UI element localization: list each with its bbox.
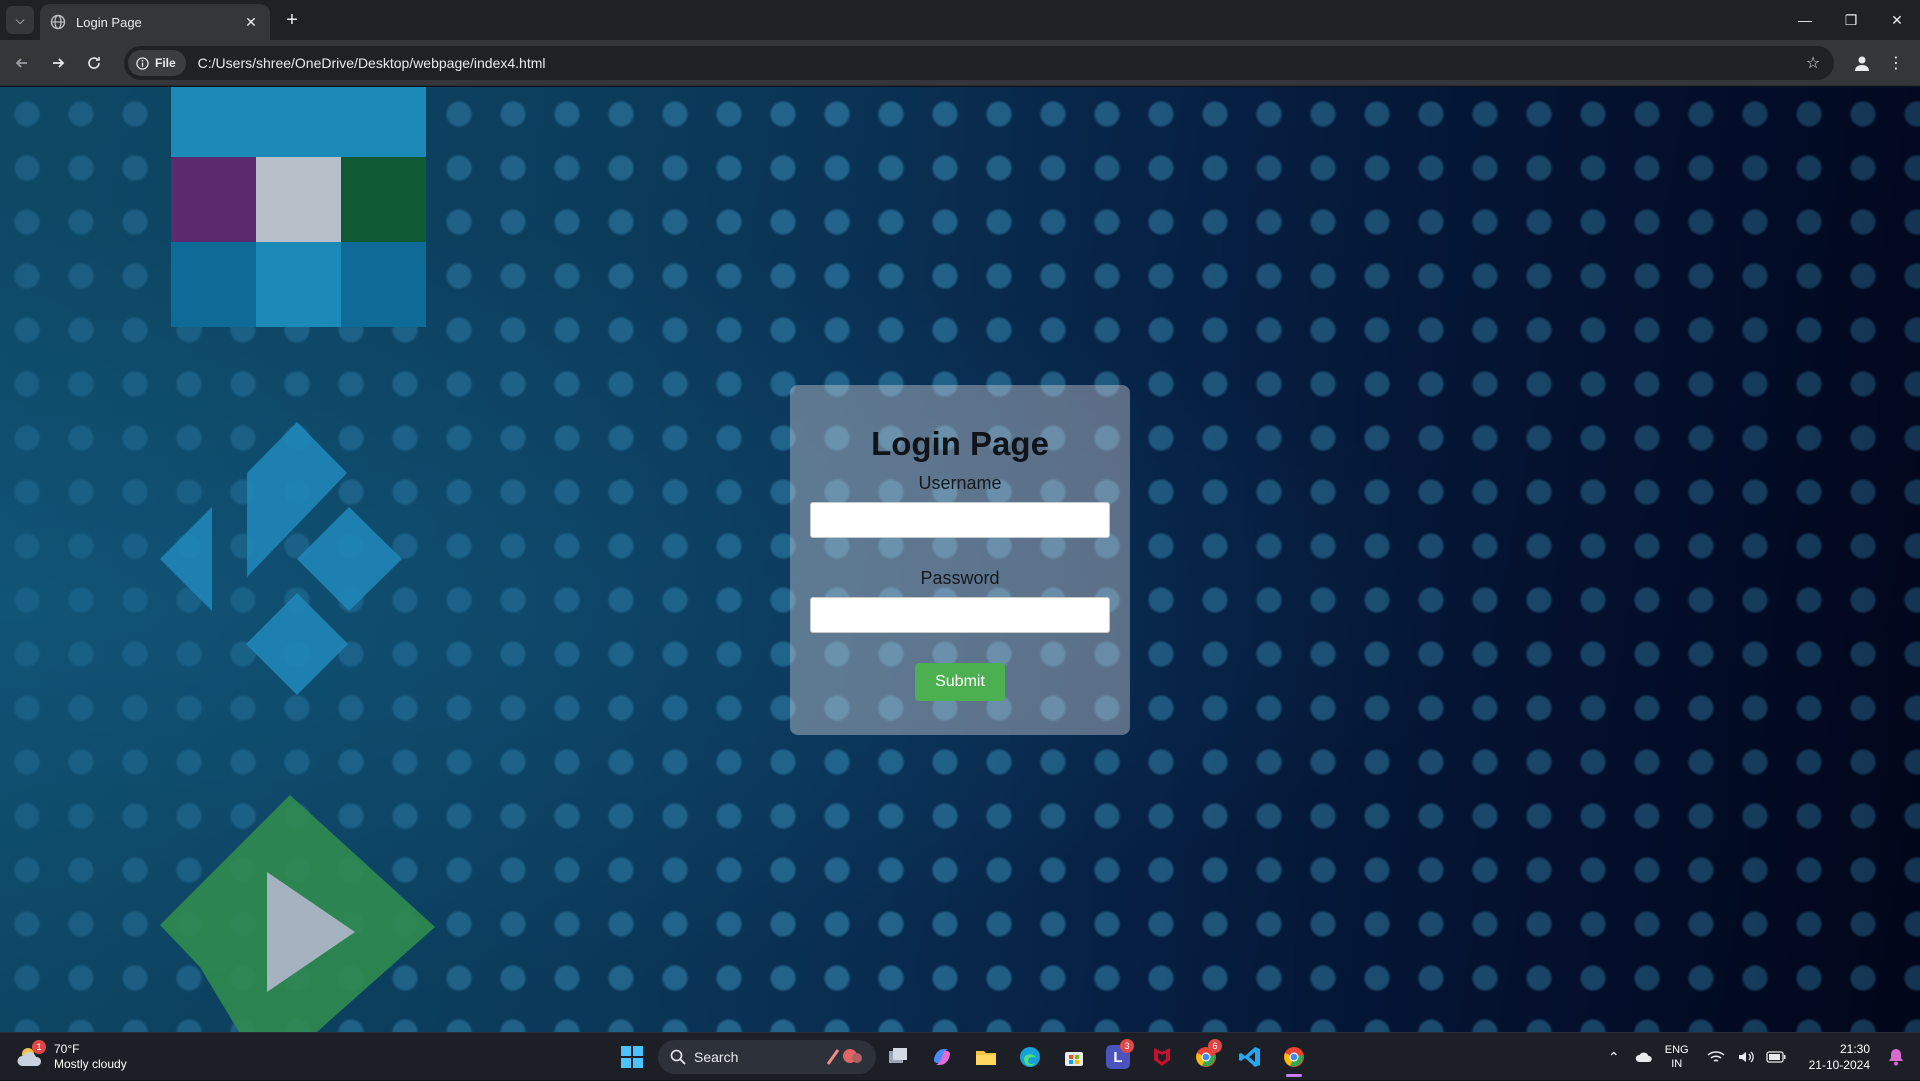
tile-top [171, 87, 426, 157]
weather-temp: 70°F [54, 1042, 80, 1056]
address-bar[interactable]: File C:/Users/shree/OneDrive/Desktop/web… [124, 46, 1834, 80]
teams-badge: 3 [1120, 1039, 1134, 1053]
globe-icon [50, 14, 66, 30]
lang-bottom: IN [1671, 1058, 1683, 1070]
onedrive-cloud-icon[interactable] [1629, 1042, 1659, 1072]
site-info-chip[interactable]: File [128, 50, 186, 76]
username-input[interactable] [810, 502, 1110, 538]
weather-desc: Mostly cloudy [54, 1057, 127, 1071]
vscode-icon[interactable] [1228, 1037, 1272, 1077]
profile-icon[interactable] [1848, 49, 1876, 77]
task-view-icon[interactable] [876, 1037, 920, 1077]
cloudy-weather-icon: 1 [16, 1040, 46, 1072]
close-tab-icon[interactable]: ✕ [242, 13, 260, 31]
tile-green [341, 157, 426, 242]
info-icon [136, 56, 149, 70]
chrome-alt-icon[interactable]: 6 [1184, 1037, 1228, 1077]
show-hidden-icons-chevron-icon[interactable]: ⌃ [1599, 1042, 1629, 1072]
restore-icon[interactable]: ❐ [1828, 0, 1874, 40]
file-chip-label: File [155, 56, 176, 70]
lang-top: ENG [1664, 1044, 1689, 1056]
chrome-alt-badge: 6 [1208, 1039, 1222, 1053]
windows-start-icon[interactable] [612, 1037, 652, 1077]
clock[interactable]: 21:30 21-10-2024 [1809, 1041, 1870, 1073]
file-explorer-icon[interactable] [964, 1037, 1008, 1077]
system-tray: ⌃ ENG IN 21:30 21-10-2024 [1599, 1033, 1920, 1081]
kodi-logo-icon [160, 422, 402, 695]
login-title: Login Page [871, 425, 1049, 462]
mcafee-icon[interactable] [1140, 1037, 1184, 1077]
taskbar-search[interactable]: Search [658, 1040, 876, 1074]
browser-menu-icon[interactable]: ⋮ [1882, 49, 1910, 77]
search-highlight-icon [824, 1046, 864, 1069]
windows-taskbar: 1 70°F Mostly cloudy Search L 3 6 ⌃ ENG … [0, 1032, 1920, 1080]
edge-icon[interactable] [1008, 1037, 1052, 1077]
store-icon[interactable] [1052, 1037, 1096, 1077]
back-icon[interactable] [8, 49, 36, 77]
battery-icon[interactable] [1761, 1042, 1791, 1072]
tile-mosaic-logo [171, 87, 426, 327]
reload-icon[interactable] [80, 49, 108, 77]
browser-toolbar: File C:/Users/shree/OneDrive/Desktop/web… [0, 40, 1920, 86]
submit-button[interactable]: Submit [915, 663, 1005, 701]
search-label: Search [694, 1049, 739, 1065]
copilot-icon[interactable] [920, 1037, 964, 1077]
window-controls: — ❐ ✕ [1782, 0, 1920, 40]
tile-purple [171, 157, 256, 242]
wifi-icon[interactable] [1701, 1042, 1731, 1072]
weather-badge: 1 [32, 1040, 46, 1054]
password-label: Password [920, 568, 1000, 588]
tile-grey [256, 157, 341, 242]
url-text: C:/Users/shree/OneDrive/Desktop/webpage/… [197, 55, 546, 71]
chrome-icon[interactable] [1272, 1037, 1316, 1077]
clock-date: 21-10-2024 [1808, 1058, 1870, 1072]
tab-search-dropdown-icon[interactable]: ⌵ [6, 6, 34, 34]
password-input[interactable] [810, 597, 1110, 633]
teams-l-icon[interactable]: L 3 [1096, 1037, 1140, 1077]
login-card: Login Page Username Password Submit [790, 385, 1130, 735]
browser-tabstrip: ⌵ Login Page ✕ + — ❐ ✕ [0, 0, 1920, 40]
forward-icon[interactable] [44, 49, 72, 77]
new-tab-icon[interactable]: + [280, 8, 304, 32]
notification-bell-icon[interactable] [1884, 1048, 1908, 1066]
volume-icon[interactable] [1731, 1042, 1761, 1072]
bookmark-star-icon[interactable]: ☆ [1802, 52, 1824, 74]
weather-widget[interactable]: 1 70°F Mostly cloudy [16, 1039, 127, 1075]
language-indicator[interactable]: ENG IN [1665, 1043, 1689, 1071]
tab-title: Login Page [76, 14, 142, 30]
tile-blue [256, 242, 341, 327]
tile-blue-dark-2 [341, 242, 426, 327]
active-indicator [1286, 1074, 1302, 1077]
taskbar-center: Search L 3 6 [612, 1037, 1316, 1077]
play-logo-icon [160, 795, 435, 1032]
minimize-icon[interactable]: — [1782, 0, 1828, 40]
clock-time: 21:30 [1839, 1042, 1870, 1056]
close-window-icon[interactable]: ✕ [1874, 0, 1920, 40]
browser-tab[interactable]: Login Page ✕ [40, 4, 270, 40]
tile-blue-dark [171, 242, 256, 327]
page-viewport: Login Page Username Password Submit [0, 87, 1920, 1032]
search-icon [670, 1049, 686, 1065]
username-label: Username [918, 473, 1002, 493]
